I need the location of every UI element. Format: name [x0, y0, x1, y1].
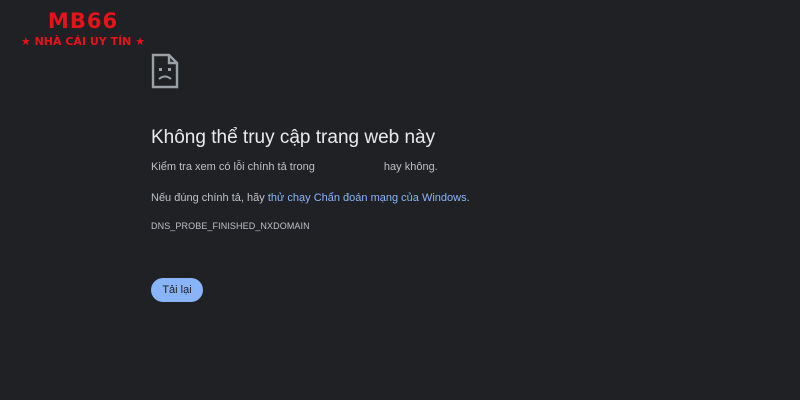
error-page: MB66 ★ NHÀ CÁI UY TÍN ★ Không thể truy c… — [0, 0, 800, 400]
diagnostics-suffix: . — [466, 192, 470, 204]
sad-page-icon — [151, 53, 179, 89]
network-diagnostics-link[interactable]: thử chạy Chẩn đoán mạng của Windows — [268, 192, 467, 204]
error-code: DNS_PROBE_FINISHED_NXDOMAIN — [151, 221, 310, 231]
error-title: Không thể truy cập trang web này — [151, 127, 436, 148]
spelling-check-suffix: hay không. — [383, 161, 438, 173]
brand-tagline: ★ NHÀ CÁI UY TÍN ★ — [20, 35, 146, 48]
diagnostics-prefix: Nếu đúng chính tả, hãy — [151, 192, 265, 204]
reload-button[interactable]: Tải lại — [151, 278, 203, 302]
diagnostics-text: Nếu đúng chính tả, hãy thử chạy Chẩn đoá… — [151, 190, 751, 206]
spelling-check-text: Kiểm tra xem có lỗi chính tả trong hay k… — [151, 159, 751, 175]
error-content: Không thể truy cập trang web này Kiểm tr… — [151, 53, 751, 232]
spelling-check-prefix: Kiểm tra xem có lỗi chính tả trong — [151, 161, 315, 173]
redacted-domain — [317, 162, 384, 173]
brand-logo: MB66 — [47, 9, 119, 33]
brand-watermark: MB66 ★ NHÀ CÁI UY TÍN ★ — [8, 8, 158, 50]
